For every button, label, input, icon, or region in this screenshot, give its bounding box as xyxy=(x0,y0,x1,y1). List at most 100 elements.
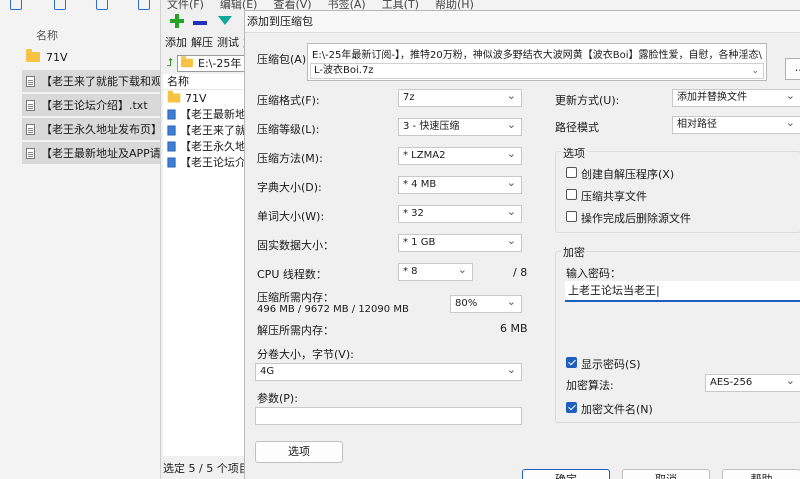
document-icon xyxy=(167,125,176,135)
encrypt-names-label: 加密文件名(N) xyxy=(581,403,653,416)
folder-icon xyxy=(26,49,40,62)
show-password-label: 显示密码(S) xyxy=(581,358,641,371)
enc-method-select[interactable]: AES-256 xyxy=(705,374,800,392)
sfx-label: 创建自解压程序(X) xyxy=(581,168,675,181)
cancel-button[interactable]: 取消 xyxy=(622,469,710,479)
shared-label: 压缩共享文件 xyxy=(581,190,647,203)
archive-combobox[interactable]: E:\-25年最新订阅-】，推特20万粉，神似波多野结衣大波网黄【波衣Boi】露… xyxy=(307,43,767,81)
menu-file[interactable]: 文件(F) xyxy=(167,0,204,11)
rename-icon[interactable] xyxy=(96,0,108,10)
delete-label: 操作完成后删除源文件 xyxy=(581,212,691,225)
document-icon xyxy=(167,141,176,151)
address-bar: ⮥ E:\-25年 xyxy=(163,54,246,72)
archive-label: 压缩包(A): xyxy=(257,53,310,66)
archive-name-input[interactable]: L-波衣Boi.7z ⌄ xyxy=(310,63,764,79)
add-icon[interactable] xyxy=(167,13,187,31)
list-item[interactable]: 71V xyxy=(163,90,246,106)
list-item[interactable]: 【老王来了就 xyxy=(163,122,246,138)
encryption-group-title: 加密 xyxy=(561,244,587,260)
method-label: 压缩方法(M): xyxy=(257,152,323,165)
update-select[interactable]: 添加并替换文件 xyxy=(672,89,800,107)
show-password-checkbox[interactable] xyxy=(566,357,577,368)
dmem-label: 解压所需内存： xyxy=(257,324,334,337)
sfx-checkbox[interactable] xyxy=(566,167,577,178)
extract-button[interactable]: 解压 xyxy=(191,36,213,49)
cpu-select[interactable]: * 8 xyxy=(398,263,473,281)
delete-checkbox[interactable] xyxy=(566,211,577,222)
document-icon xyxy=(26,147,35,159)
explorer-toolbar xyxy=(0,0,160,12)
add-button[interactable]: 添加 xyxy=(165,36,187,49)
solid-label: 固实数据大小： xyxy=(257,239,334,252)
file-explorer: 名称 71V 【老王来了就能下载和观看 【老王论坛介绍】.txt 【老王永久地址… xyxy=(0,0,162,479)
document-icon xyxy=(167,109,176,119)
dmem-value: 6 MB xyxy=(500,322,528,335)
mem-value: 496 MB / 9672 MB / 12090 MB xyxy=(257,304,409,315)
word-label: 单词大小(W): xyxy=(257,210,325,223)
archive-path: E:\-25年最新订阅-】，推特20万粉，神似波多野结衣大波网黄【波衣Boi】露… xyxy=(312,50,762,61)
document-icon xyxy=(26,123,35,135)
list-item[interactable]: 【老王论坛介 xyxy=(163,154,246,170)
browse-button[interactable]: ... xyxy=(785,58,800,80)
document-icon xyxy=(167,157,176,167)
path-mode-label: 路径模式 xyxy=(555,121,599,134)
params-input[interactable] xyxy=(255,407,522,425)
enc-method-label: 加密算法: xyxy=(566,379,614,392)
test-icon[interactable] xyxy=(215,13,235,31)
status-bar: 选定 5 / 5 个项目 xyxy=(163,462,246,474)
list-item[interactable]: 【老王来了就能下载和观看 xyxy=(22,70,162,92)
help-button[interactable]: 帮助 xyxy=(722,469,800,479)
mem-percent-select[interactable]: 80% xyxy=(450,295,522,313)
document-icon xyxy=(26,99,35,111)
list-item[interactable]: 71V xyxy=(22,46,162,68)
password-label: 输入密码： xyxy=(566,267,621,280)
folder-icon xyxy=(167,90,181,103)
chevron-down-icon[interactable]: ⌄ xyxy=(751,64,759,78)
document-icon xyxy=(26,75,35,87)
method-select[interactable]: * LZMA2 xyxy=(398,147,522,165)
list-item[interactable]: 【老王永久地 xyxy=(163,138,246,154)
format-select[interactable]: 7z xyxy=(398,89,522,107)
cpu-total: / 8 xyxy=(513,266,528,279)
explorer-file-list: 71V 【老王来了就能下载和观看 【老王论坛介绍】.txt 【老王永久地址发布页… xyxy=(22,46,162,166)
extract-icon[interactable] xyxy=(191,13,211,31)
paste-icon[interactable] xyxy=(54,0,66,10)
update-label: 更新方式(U): xyxy=(555,94,620,107)
folder-icon xyxy=(181,56,193,68)
level-select[interactable]: 3 - 快速压缩 xyxy=(398,118,522,136)
format-label: 压缩格式(F): xyxy=(257,94,320,107)
cpu-label: CPU 线程数： xyxy=(257,268,327,281)
list-item[interactable]: 【老王最新地 xyxy=(163,106,246,122)
password-input[interactable]: 上老王论坛当老王| xyxy=(565,281,800,302)
dict-label: 字典大小(D): xyxy=(257,181,322,194)
zip-file-list: 名称 71V 【老王最新地 【老王来了就 【老王永久地 【老王论坛介 xyxy=(163,74,246,456)
list-item[interactable]: 【老王最新地址及APP请求 xyxy=(22,142,162,164)
dialog-titlebar[interactable] xyxy=(245,11,800,33)
dialog-title: 添加到压缩包 xyxy=(247,15,313,28)
column-header-name[interactable]: 名称 xyxy=(163,74,246,90)
solid-select[interactable]: * 1 GB xyxy=(398,234,522,252)
path-mode-select[interactable]: 相对路径 xyxy=(672,116,800,134)
word-select[interactable]: * 32 xyxy=(398,205,522,223)
dict-select[interactable]: * 4 MB xyxy=(398,176,522,194)
options-group-title: 选项 xyxy=(561,145,587,161)
split-select[interactable]: 4G xyxy=(255,363,522,381)
level-label: 压缩等级(L): xyxy=(257,123,320,136)
ok-button[interactable]: 确定 xyxy=(522,469,610,479)
options-button[interactable]: 选项 xyxy=(255,441,343,463)
share-icon[interactable] xyxy=(138,0,150,10)
7zip-file-manager: 文件(F)编辑(E)查看(V)书签(A)工具(T)帮助(H) 添加解压测试复 ⮥… xyxy=(160,0,474,479)
up-folder-icon[interactable]: ⮥ xyxy=(163,56,177,70)
encrypt-names-checkbox[interactable] xyxy=(566,402,577,413)
list-item[interactable]: 【老王论坛介绍】.txt xyxy=(22,94,162,116)
copy-icon[interactable] xyxy=(10,0,22,10)
shared-checkbox[interactable] xyxy=(566,189,577,200)
column-header-name[interactable]: 名称 xyxy=(36,27,58,43)
list-item[interactable]: 【老王永久地址发布页】. xyxy=(22,118,162,140)
mem-label: 压缩所需内存： xyxy=(257,291,334,304)
menu-bar: 文件(F) 编辑(E) 查看(V) 书签(A) 工具(T) 帮助(H) xyxy=(161,0,800,11)
add-to-archive-dialog: 添加到压缩包 压缩包(A): E:\-25年最新订阅-】，推特20万粉，神似波多… xyxy=(244,10,800,479)
test-button[interactable]: 测试 xyxy=(217,36,239,49)
address-field[interactable]: E:\-25年 xyxy=(177,54,246,72)
split-label: 分卷大小，字节(V): xyxy=(257,348,354,361)
